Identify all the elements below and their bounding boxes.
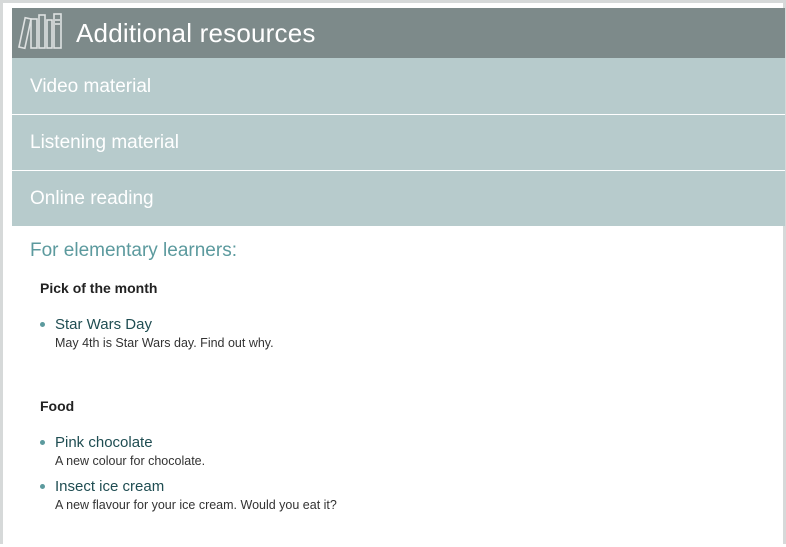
level-heading: For elementary learners: [30,240,237,261]
books-icon [17,12,72,55]
resources-inner: Additional resources Video material List… [12,8,785,547]
accordion-video-material[interactable]: Video material [12,58,785,114]
resources-header: Additional resources [12,8,785,58]
resource-group-food: Food Pink chocolate A new colour for cho… [30,398,785,512]
bullet-icon [40,322,45,327]
resource-description: A new flavour for your ice cream. Would … [55,498,337,512]
accordion-label: Online reading [30,187,154,209]
resource-link-insect-ice-cream[interactable]: Insect ice cream [55,478,164,495]
list-item-link-row: Pink chocolate [40,434,785,451]
accordion-label: Video material [30,75,152,97]
resource-description: A new colour for chocolate. [55,454,206,468]
resource-link-star-wars-day[interactable]: Star Wars Day [55,316,152,333]
resource-group-pick-of-the-month: Pick of the month Star Wars Day May 4th … [30,280,785,350]
accordion-online-reading[interactable]: Online reading [12,170,785,226]
group-title: Pick of the month [40,280,158,296]
group-title: Food [40,398,75,414]
bullet-icon [40,484,45,489]
page-title: Additional resources [76,17,316,48]
list-item: Star Wars Day May 4th is Star Wars day. … [40,316,785,350]
resource-description: May 4th is Star Wars day. Find out why. [55,336,274,350]
accordion-label: Listening material [30,131,179,153]
list-item: Pink chocolate A new colour for chocolat… [40,434,785,468]
bullet-icon [40,440,45,445]
resources-panel: Additional resources Video material List… [0,0,786,544]
list-item-link-row: Insect ice cream [40,478,785,495]
list-item-link-row: Star Wars Day [40,316,785,333]
list-item: Insect ice cream A new flavour for your … [40,478,785,512]
resource-link-pink-chocolate[interactable]: Pink chocolate [55,434,153,451]
accordion-listening-material[interactable]: Listening material [12,114,785,170]
online-reading-content: For elementary learners: Pick of the mon… [12,226,785,512]
